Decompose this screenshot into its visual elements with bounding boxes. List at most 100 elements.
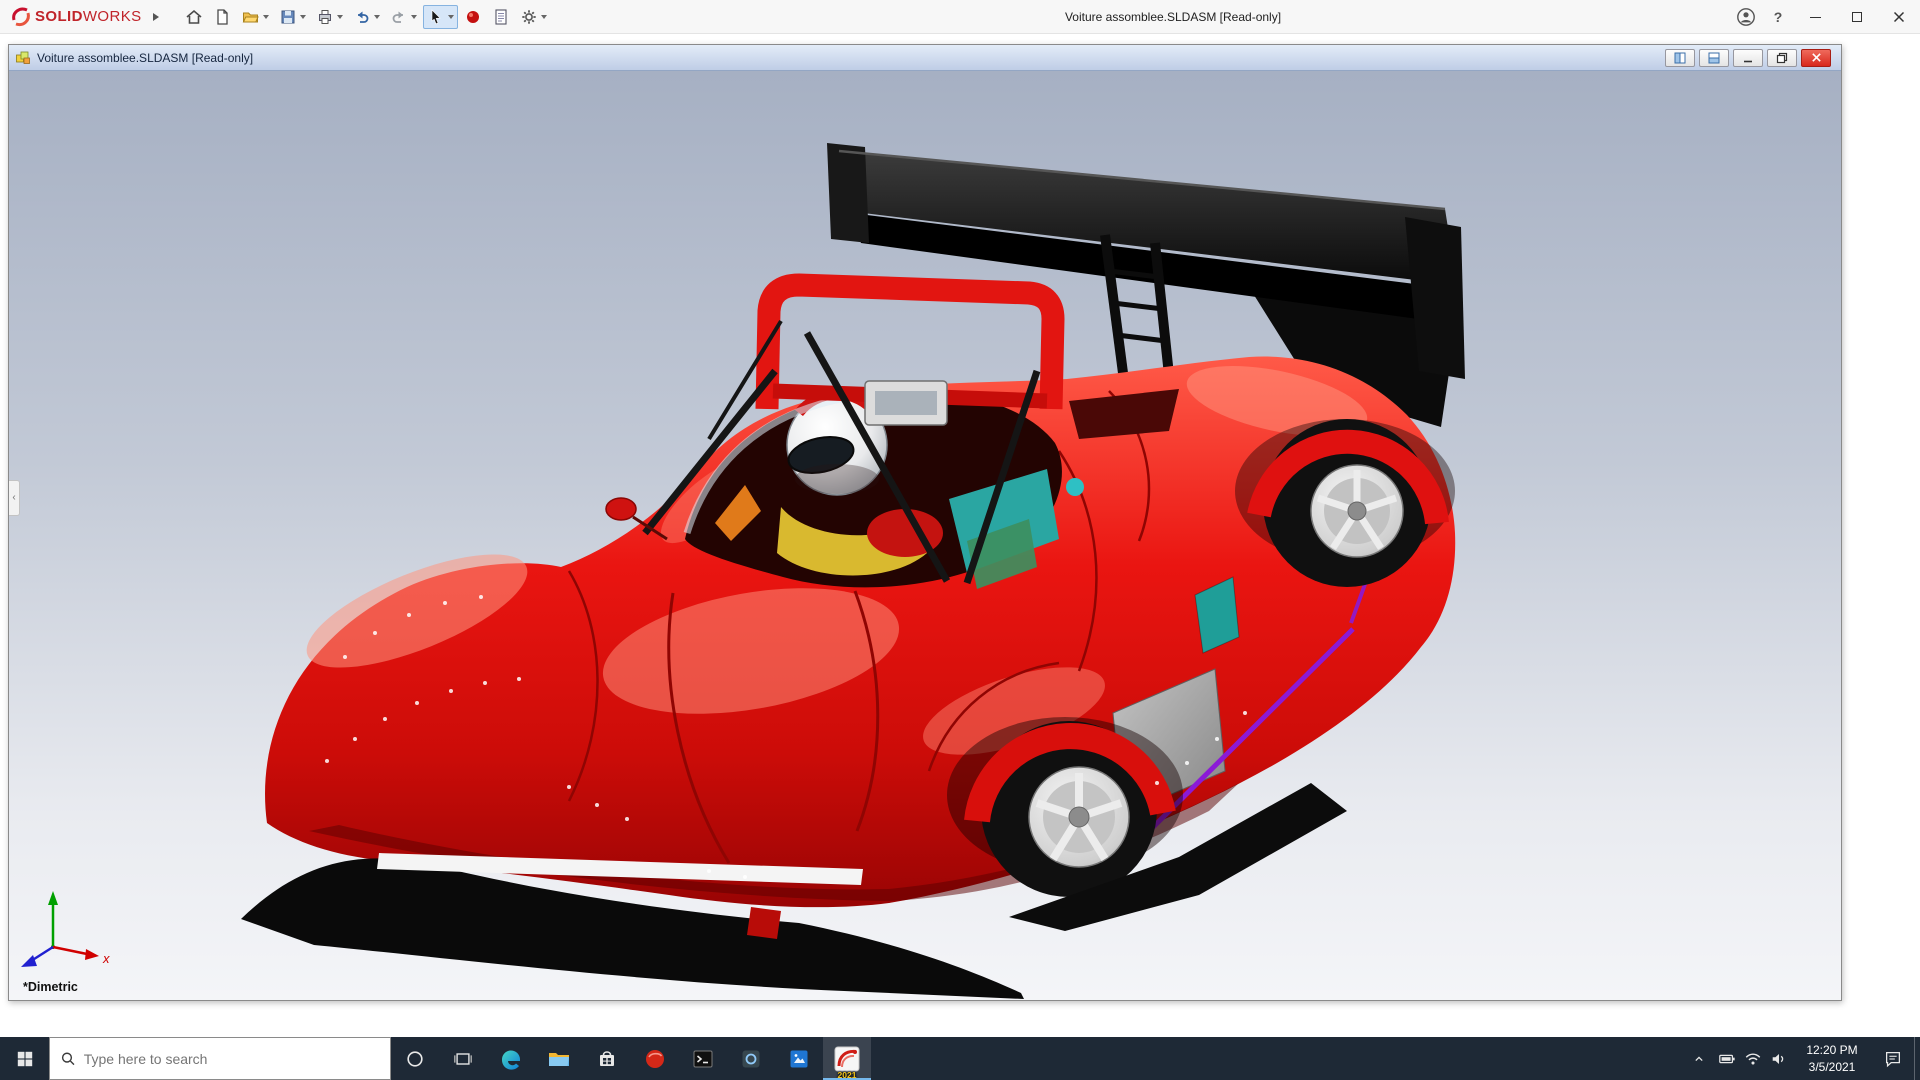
task-view-button[interactable]	[439, 1037, 487, 1080]
search-input[interactable]	[83, 1050, 380, 1067]
battery-button[interactable]	[1714, 1037, 1740, 1080]
maximize-button[interactable]	[1836, 0, 1878, 34]
viewport-canvas[interactable]: x	[9, 71, 1841, 1000]
taskbar-app-terminal[interactable]	[679, 1037, 727, 1080]
action-center-icon	[1886, 1051, 1900, 1067]
print-dropdown-caret[interactable]	[336, 14, 343, 19]
solidworks-logo: SOLIDWORKS	[0, 6, 159, 28]
dynamic-mouse-button[interactable]	[460, 5, 486, 29]
solidworks-version-badge: 2021	[837, 1070, 857, 1080]
clock-date: 3/5/2021	[1808, 1059, 1856, 1074]
file-properties-button[interactable]	[488, 5, 514, 29]
solidworks-logo-text: SOLIDWORKS	[35, 8, 142, 25]
edge-icon	[501, 1049, 520, 1070]
taskbar-app-edge[interactable]	[487, 1037, 535, 1080]
dark-app-icon	[742, 1050, 760, 1067]
app-titlebar: SOLIDWORKS Voiture assomblee.SLDASM [Rea…	[0, 0, 1920, 34]
triad-x-label: x	[102, 951, 110, 966]
print-button[interactable]	[312, 5, 347, 29]
new-document-button[interactable]	[209, 5, 235, 29]
graphics-viewport[interactable]: x *Dimetric ‹	[9, 71, 1841, 1000]
doc-restore-icon	[1776, 52, 1788, 63]
select-tool-button[interactable]	[422, 4, 458, 29]
options-button[interactable]	[516, 5, 551, 29]
hidden-icons-button[interactable]	[1684, 1037, 1714, 1080]
workspace: Voiture assomblee.SLDASM [Read-only] x *…	[0, 34, 1920, 1037]
solidworks-logo-mark	[12, 7, 30, 26]
quick-access-toolbar	[181, 4, 551, 29]
window-cascade-button[interactable]	[1699, 48, 1729, 67]
document-titlebar[interactable]: Voiture assomblee.SLDASM [Read-only]	[9, 45, 1841, 71]
cortana-button[interactable]	[391, 1037, 439, 1080]
terminal-icon	[693, 1050, 713, 1067]
window-tile-icon	[1674, 52, 1686, 63]
windows-taskbar: 2021	[0, 1037, 1920, 1080]
open-dropdown-caret[interactable]	[262, 14, 269, 19]
close-icon	[1893, 11, 1905, 23]
minimize-button[interactable]	[1794, 0, 1836, 34]
show-desktop-button[interactable]	[1914, 1037, 1920, 1080]
save-icon	[281, 10, 295, 23]
file-explorer-icon	[549, 1052, 569, 1066]
doc-minimize-icon	[1744, 60, 1752, 62]
solidworks-application: SOLIDWORKS Voiture assomblee.SLDASM [Rea…	[0, 0, 1920, 1080]
taskbar-app-dark[interactable]	[727, 1037, 775, 1080]
doc-minimize-button[interactable]	[1733, 48, 1763, 67]
redo-button[interactable]	[386, 5, 421, 29]
volume-button[interactable]	[1766, 1037, 1792, 1080]
help-button[interactable]: ?	[1762, 0, 1794, 34]
maximize-icon	[1852, 12, 1862, 22]
task-view-icon	[454, 1052, 472, 1065]
undo-dropdown-caret[interactable]	[373, 14, 380, 19]
select-dropdown-caret[interactable]	[447, 14, 454, 19]
red-sphere-icon	[466, 10, 479, 23]
open-button[interactable]	[237, 5, 273, 29]
wifi-icon	[1745, 1052, 1761, 1065]
car-model[interactable]	[241, 143, 1465, 999]
file-properties-icon	[494, 8, 507, 25]
document-window: Voiture assomblee.SLDASM [Read-only] x *…	[8, 44, 1842, 1001]
undo-button[interactable]	[349, 5, 384, 29]
window-tile-button[interactable]	[1665, 48, 1695, 67]
chevron-up-icon	[1695, 1055, 1703, 1061]
document-window-buttons	[1665, 48, 1831, 67]
home-icon	[185, 9, 202, 24]
triad-x-axis[interactable]	[52, 945, 88, 956]
taskbar-app-store[interactable]	[583, 1037, 631, 1080]
taskbar-app-photos[interactable]	[775, 1037, 823, 1080]
doc-close-icon	[1811, 53, 1821, 62]
orientation-triad[interactable]: x	[21, 891, 110, 967]
redo-dropdown-caret[interactable]	[410, 14, 417, 19]
undo-icon	[357, 11, 368, 23]
taskbar-app-red[interactable]	[631, 1037, 679, 1080]
save-button[interactable]	[275, 5, 310, 29]
store-icon	[600, 1050, 614, 1066]
doc-restore-button[interactable]	[1767, 48, 1797, 67]
taskbar-app-file-explorer[interactable]	[535, 1037, 583, 1080]
account-icon	[1737, 8, 1755, 26]
taskbar-app-solidworks[interactable]: 2021	[823, 1037, 871, 1080]
doc-close-button[interactable]	[1801, 48, 1831, 67]
action-center-button[interactable]	[1872, 1037, 1914, 1080]
search-icon	[61, 1052, 75, 1066]
cortana-icon	[407, 1050, 423, 1067]
save-dropdown-caret[interactable]	[299, 14, 306, 19]
windows-logo-icon	[17, 1051, 32, 1066]
system-tray: 12:20 PM 3/5/2021	[1684, 1037, 1920, 1080]
document-title: Voiture assomblee.SLDASM [Read-only]	[37, 50, 254, 65]
start-button[interactable]	[0, 1037, 49, 1080]
help-icon: ?	[1773, 9, 1783, 25]
print-icon	[318, 9, 331, 24]
account-button[interactable]	[1730, 0, 1762, 34]
home-button[interactable]	[181, 5, 207, 29]
menu-expand-arrow-icon[interactable]	[152, 12, 159, 21]
feature-manager-collapse-tab[interactable]: ‹	[9, 479, 20, 516]
titlebar-controls: ?	[1730, 0, 1920, 34]
options-dropdown-caret[interactable]	[540, 14, 547, 19]
taskbar-clock[interactable]: 12:20 PM 3/5/2021	[1792, 1037, 1872, 1080]
network-button[interactable]	[1740, 1037, 1766, 1080]
taskbar-search[interactable]	[49, 1037, 391, 1080]
minimize-icon	[1809, 16, 1821, 18]
photos-icon	[790, 1050, 808, 1067]
close-button[interactable]	[1878, 0, 1920, 34]
